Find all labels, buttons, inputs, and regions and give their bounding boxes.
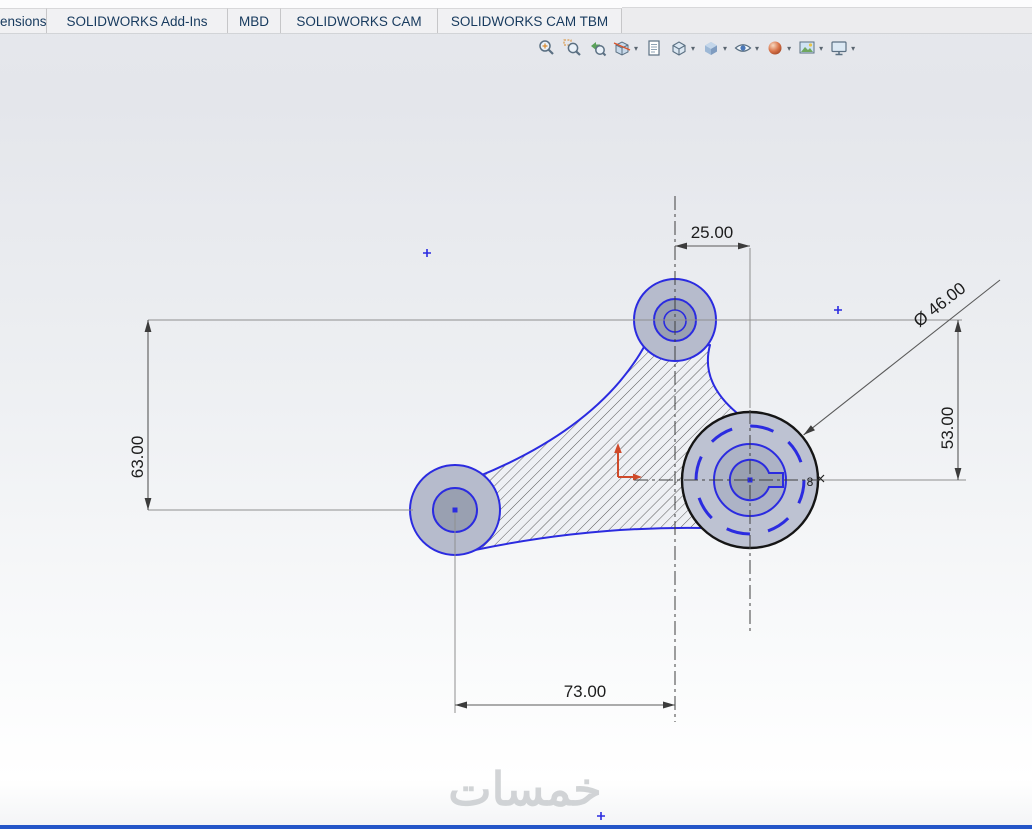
tab-dimensions[interactable]: ensions [0,8,47,33]
edit-appearance-icon[interactable] [764,37,786,59]
display-style-dropdown-icon[interactable]: ▾ [723,44,727,53]
graphics-area[interactable]: 25.00 63.00 53.00 73.00 Ø 46.00 8 [0,0,1032,829]
view-settings-icon[interactable] [828,37,850,59]
dimension-text-right-height[interactable]: 53.00 [938,407,957,450]
tab-solidworks-cam-tbm[interactable]: SOLIDWORKS CAM TBM [438,8,622,33]
apply-scene-icon[interactable] [796,37,818,59]
arrowhead [144,498,152,510]
arrowhead [954,468,962,480]
annotation-views-icon[interactable] [643,37,665,59]
edit-appearance-dropdown-icon[interactable]: ▾ [787,44,791,53]
dimension-text-top-width[interactable]: 25.00 [691,223,734,242]
tab-solidworks-cam[interactable]: SOLIDWORKS CAM [281,8,438,33]
hide-show-items-icon[interactable] [732,37,754,59]
arrowhead [663,701,675,709]
command-tabs-bar: ensions SOLIDWORKS Add-Ins MBD SOLIDWORK… [0,0,1032,34]
dimension-right-height[interactable]: 53.00 [938,320,962,480]
sketch-point-cross [834,306,842,314]
display-style-icon[interactable] [700,37,722,59]
arrowhead [675,242,687,250]
watermark: خمسات [448,763,602,815]
sketch-point-cross [423,249,431,257]
headsup-toolbar: ▾ ▾ ▾ ▾ ▾ ▾ ▾ [536,37,857,59]
apply-scene-dropdown-icon[interactable]: ▾ [819,44,823,53]
arrowhead [455,701,467,709]
left-hole-center-point[interactable] [452,507,458,513]
view-settings-dropdown-icon[interactable]: ▾ [851,44,855,53]
section-view-dropdown-icon[interactable]: ▾ [634,44,638,53]
arrowhead [954,320,962,332]
view-orientation-dropdown-icon[interactable]: ▾ [691,44,695,53]
tab-bar-filler [622,7,1032,33]
dimension-text-diameter[interactable]: Ø 46.00 [910,279,969,331]
view-orientation-icon[interactable] [668,37,690,59]
dimension-left-height[interactable]: 63.00 [128,320,152,510]
arrowhead [144,320,152,332]
dimension-top-width[interactable]: 25.00 [675,223,750,250]
dimension-diameter[interactable]: Ø 46.00 [803,279,1001,436]
section-view-icon[interactable] [611,37,633,59]
dimension-text-bottom-width[interactable]: 73.00 [564,682,607,701]
previous-view-icon[interactable] [586,37,608,59]
tab-mbd[interactable]: MBD [228,8,281,33]
tab-solidworks-add-ins[interactable]: SOLIDWORKS Add-Ins [47,8,228,33]
hide-show-items-dropdown-icon[interactable]: ▾ [755,44,759,53]
dimension-bottom-width[interactable]: 73.00 [455,682,675,709]
arrowhead [738,242,750,250]
zoom-to-fit-icon[interactable] [536,37,558,59]
point-label: 8 [807,475,814,489]
bottom-accent-bar [0,825,1032,829]
dimension-text-left-height[interactable]: 63.00 [128,436,147,479]
zoom-to-area-icon[interactable] [561,37,583,59]
